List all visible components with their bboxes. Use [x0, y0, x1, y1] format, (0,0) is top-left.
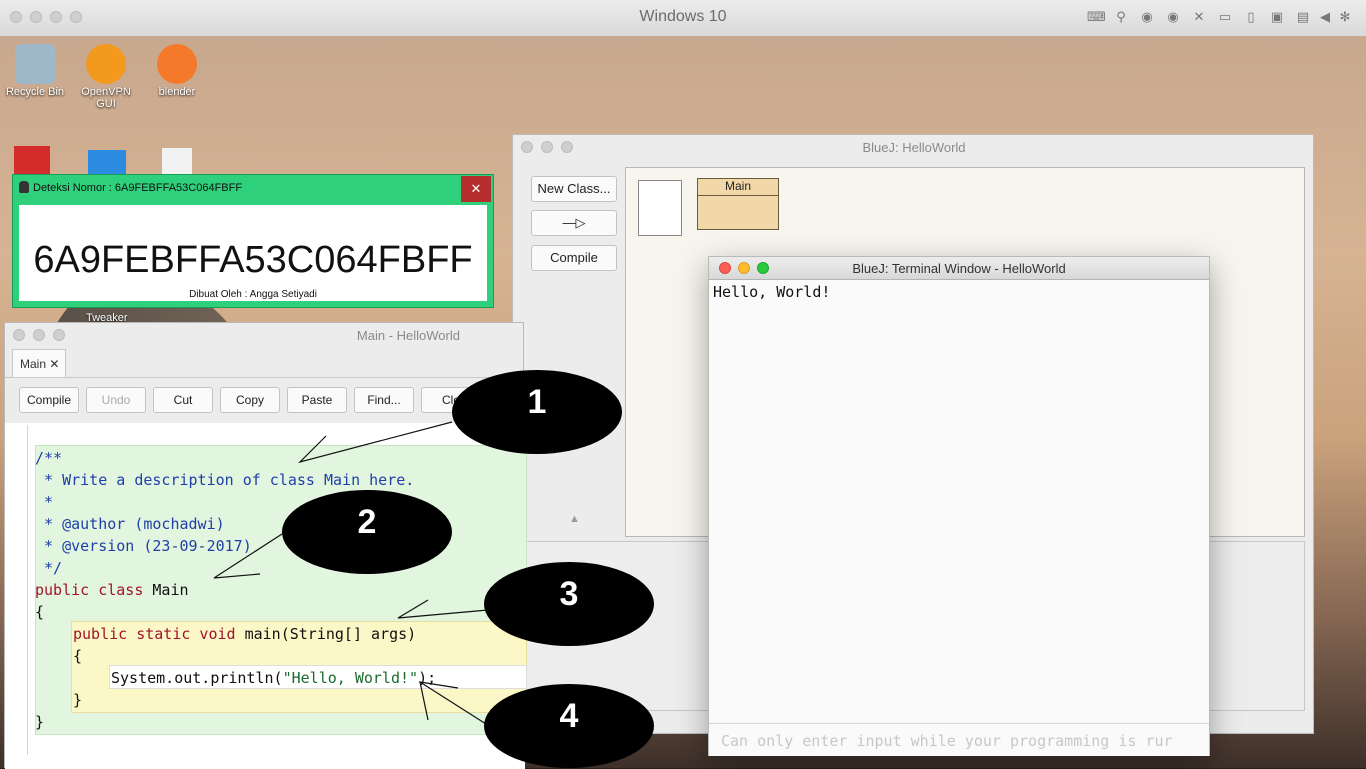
annotation-badge-1: 1: [452, 370, 622, 454]
pointer-line-2: [213, 533, 283, 579]
pointer-line-3: [397, 599, 489, 619]
annotation-lines: [213, 421, 489, 725]
annotation-badge-2: 2: [282, 490, 452, 574]
annotation-badge-3: 3: [484, 562, 654, 646]
pointer-line-4: [419, 680, 487, 725]
pointer-line-1: [298, 421, 453, 464]
annotation-badge-4: 4: [484, 684, 654, 768]
